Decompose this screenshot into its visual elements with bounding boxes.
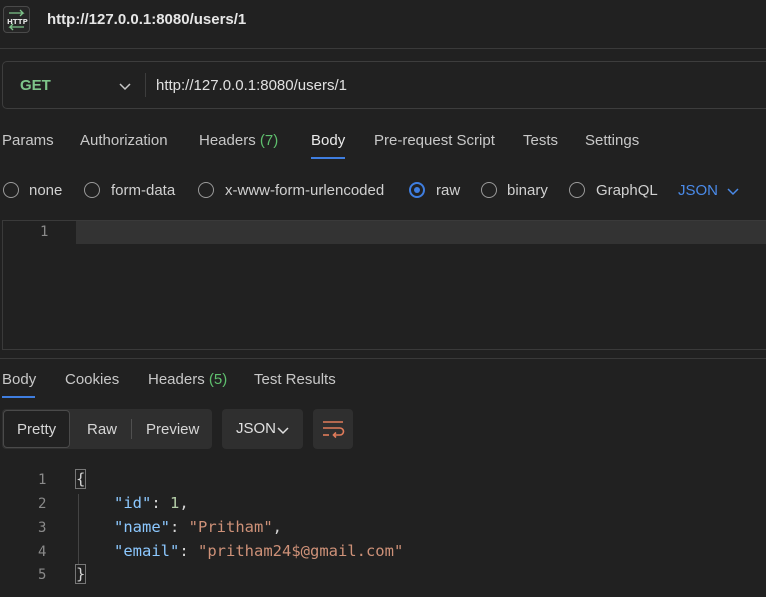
svg-text:HTTP: HTTP bbox=[7, 18, 28, 26]
json-comma: , bbox=[179, 494, 189, 512]
chevron-down-icon[interactable] bbox=[727, 184, 739, 201]
code-line-4: "email": "pritham24$@gmail.com" bbox=[114, 542, 403, 560]
code-line-5: } bbox=[75, 564, 87, 584]
radio-label-binary: binary bbox=[507, 182, 548, 199]
line-number: 2 bbox=[38, 496, 47, 512]
tab-tests[interactable]: Tests bbox=[523, 132, 558, 149]
code-line-1: { bbox=[75, 469, 87, 489]
radio-label-x-www-form-urlencoded: x-www-form-urlencoded bbox=[225, 182, 385, 199]
tab-headers-label: Headers bbox=[199, 132, 256, 149]
url-input[interactable]: http://127.0.0.1:8080/users/1 bbox=[156, 77, 347, 94]
view-raw-button[interactable]: Raw bbox=[87, 421, 117, 438]
radio-graphql[interactable] bbox=[569, 182, 585, 198]
tab-settings[interactable]: Settings bbox=[585, 132, 639, 149]
response-tab-cookies[interactable]: Cookies bbox=[65, 371, 119, 388]
pane-divider[interactable] bbox=[0, 358, 766, 359]
tab-pre-request-script[interactable]: Pre-request Script bbox=[374, 132, 495, 149]
wrap-lines-button[interactable] bbox=[313, 409, 353, 449]
radio-x-www-form-urlencoded[interactable] bbox=[198, 182, 214, 198]
code-line-2: "id": 1, bbox=[114, 494, 189, 512]
radio-none[interactable] bbox=[3, 182, 19, 198]
code-line-3: "name": "Pritham", bbox=[114, 518, 282, 536]
radio-raw[interactable] bbox=[409, 182, 425, 198]
radio-label-form-data: form-data bbox=[111, 182, 176, 199]
chevron-down-icon[interactable] bbox=[118, 79, 132, 96]
response-tab-headers[interactable]: Headers (5) bbox=[148, 371, 227, 388]
line-number: 4 bbox=[38, 544, 47, 560]
view-preview-button[interactable]: Preview bbox=[146, 421, 199, 438]
line-number: 5 bbox=[38, 567, 47, 583]
raw-format-select[interactable]: JSON bbox=[678, 182, 718, 199]
line-number: 1 bbox=[38, 472, 47, 488]
response-tab-test-results[interactable]: Test Results bbox=[254, 371, 336, 388]
editor-current-line[interactable] bbox=[76, 221, 766, 244]
line-number: 3 bbox=[38, 520, 47, 536]
radio-form-data[interactable] bbox=[84, 182, 100, 198]
method-select[interactable]: GET bbox=[20, 77, 51, 94]
url-bar bbox=[2, 61, 766, 109]
response-headers-count: (5) bbox=[208, 371, 228, 388]
wrap-lines-icon bbox=[323, 421, 345, 439]
url-divider bbox=[145, 73, 146, 97]
response-headers-label: Headers bbox=[148, 371, 205, 388]
request-title[interactable]: http://127.0.0.1:8080/users/1 bbox=[47, 11, 246, 28]
chevron-down-icon bbox=[277, 423, 289, 440]
json-key-email: "email" bbox=[114, 542, 180, 560]
close-brace: } bbox=[75, 564, 87, 584]
json-key-name: "name" bbox=[114, 518, 170, 536]
tab-params[interactable]: Params bbox=[2, 132, 54, 149]
json-value-name: "Pritham" bbox=[188, 518, 273, 536]
headers-count: (7) bbox=[259, 132, 279, 149]
json-value-id: 1 bbox=[170, 494, 180, 512]
http-request-icon: HTTP bbox=[3, 6, 30, 33]
json-value-email: "pritham24$@gmail.com" bbox=[198, 542, 404, 560]
open-brace: { bbox=[75, 469, 87, 489]
indent-guide bbox=[78, 494, 79, 564]
json-colon: : bbox=[151, 494, 170, 512]
tab-headers[interactable]: Headers (7) bbox=[199, 132, 278, 149]
radio-label-graphql: GraphQL bbox=[596, 182, 658, 199]
view-pretty-label: Pretty bbox=[17, 421, 57, 438]
response-tab-body[interactable]: Body bbox=[2, 371, 36, 388]
response-active-tab-indicator bbox=[2, 396, 35, 398]
active-tab-indicator bbox=[311, 157, 345, 159]
tab-authorization[interactable]: Authorization bbox=[80, 132, 168, 149]
radio-label-none: none bbox=[29, 182, 63, 199]
editor-line-number: 1 bbox=[40, 224, 49, 240]
json-colon: : bbox=[170, 518, 189, 536]
tab-body[interactable]: Body bbox=[311, 132, 345, 149]
json-key-id: "id" bbox=[114, 494, 152, 512]
json-comma: , bbox=[272, 518, 283, 536]
radio-label-raw: raw bbox=[436, 182, 461, 199]
response-format-label: JSON bbox=[236, 420, 277, 437]
view-separator bbox=[131, 419, 132, 439]
radio-binary[interactable] bbox=[481, 182, 497, 198]
json-colon: : bbox=[179, 542, 198, 560]
